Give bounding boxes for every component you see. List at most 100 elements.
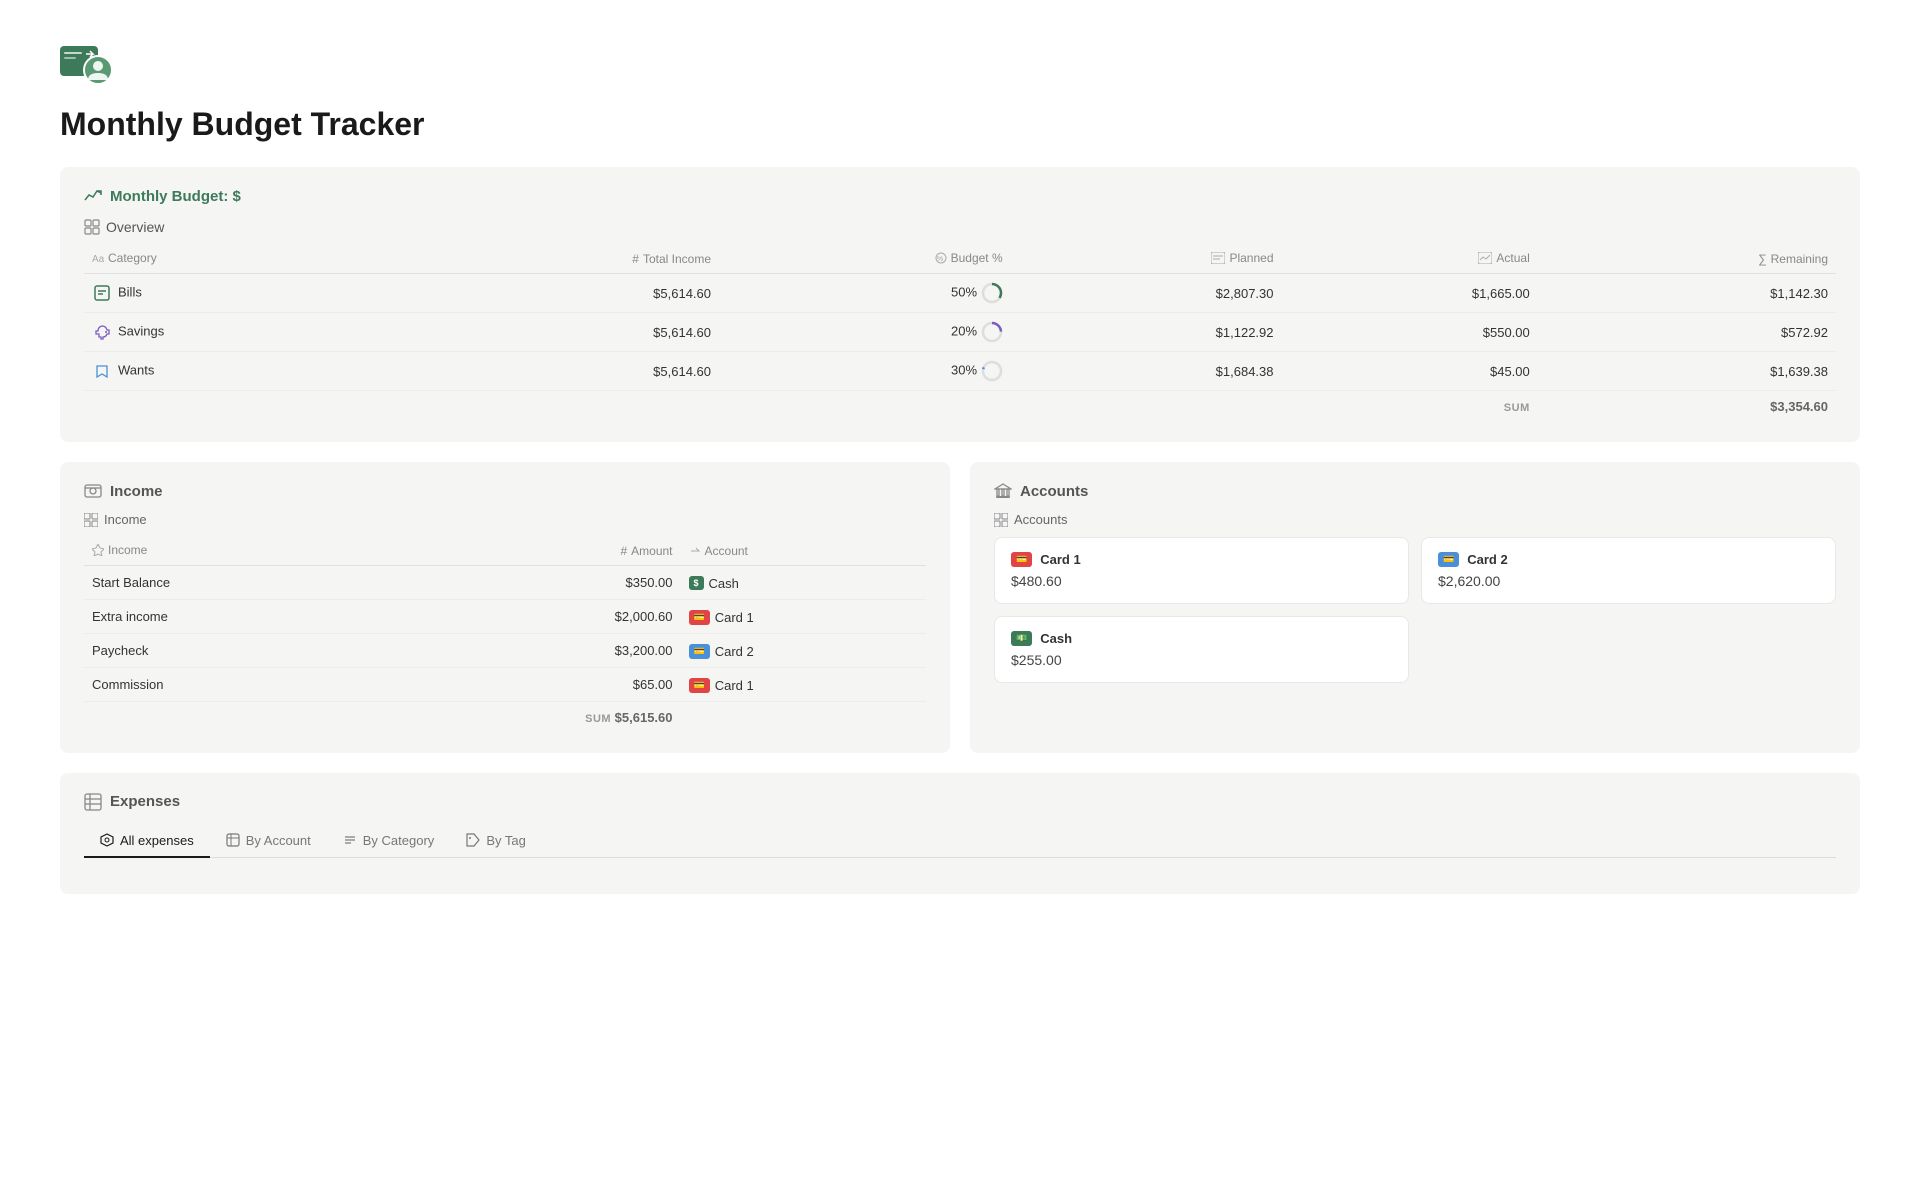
budget-actual: $1,665.00 (1282, 274, 1538, 313)
by-account-icon (226, 833, 240, 847)
income-col-amount: # Amount (368, 537, 680, 566)
expenses-tab[interactable]: All expenses (84, 825, 210, 858)
by-category-icon (343, 833, 357, 847)
expenses-title: Expenses (84, 793, 1836, 811)
account-card: 💳 Card 1 $480.60 (994, 537, 1409, 604)
card2-badge: 💳 (689, 644, 710, 659)
col-remaining: ∑ Remaining (1538, 245, 1836, 274)
expenses-tab[interactable]: By Tag (450, 825, 542, 858)
budget-total-income: $5,614.60 (390, 274, 719, 313)
budget-row: Bills $5,614.60 50% $2,807.30 $1,665.00 … (84, 274, 1836, 313)
budget-sum-value: $3,354.60 (1538, 391, 1836, 423)
budget-total-income: $5,614.60 (390, 313, 719, 352)
card1-badge: 💳 (689, 678, 710, 693)
accounts-panel: Accounts Accounts 💳 Card 1 $480.60 💳 Car… (970, 462, 1860, 753)
card1-badge: 💳 (1011, 552, 1032, 567)
income-table: Income # Amount Account (84, 537, 926, 733)
budget-cat-name: Savings (84, 313, 390, 352)
app-logo (60, 40, 1860, 90)
expenses-tab[interactable]: By Account (210, 825, 327, 858)
expenses-section: Expenses All expenses By Account By Catego… (60, 773, 1860, 894)
budget-pct: 30% (719, 352, 1011, 391)
account-name: Card 2 (1467, 552, 1507, 567)
income-row: Start Balance $350.00 $ Cash (84, 566, 926, 600)
col-category: Aa Category (84, 245, 390, 274)
account-name: Card 1 (1040, 552, 1080, 567)
income-amount: $2,000.60 (368, 599, 680, 633)
expenses-tab[interactable]: By Category (327, 825, 451, 858)
budget-actual: $45.00 (1282, 352, 1538, 391)
col-actual: Actual (1282, 245, 1538, 274)
monthly-budget-section: Monthly Budget: $ Overview Aa Category (60, 167, 1860, 442)
income-account: 💳 Card 2 (681, 633, 926, 667)
cash-badge: $ (689, 576, 704, 590)
col-budget-pct: % Budget % (719, 245, 1011, 274)
account-amount: $2,620.00 (1438, 573, 1819, 589)
income-name: Paycheck (84, 633, 368, 667)
budget-planned: $1,122.92 (1011, 313, 1282, 352)
budget-cat-name: Bills (84, 274, 390, 313)
budget-remaining: $572.92 (1538, 313, 1836, 352)
col-total-income: # Total Income (390, 245, 719, 274)
chart-icon (84, 187, 102, 205)
income-name: Extra income (84, 599, 368, 633)
bank-icon (994, 482, 1012, 500)
budget-sum-row: SUM $3,354.60 (84, 391, 1836, 423)
tab-label: All expenses (120, 833, 194, 848)
accounts-table-label: Accounts (994, 512, 1836, 527)
tab-label: By Tag (486, 833, 526, 848)
income-table-label: Income (84, 512, 926, 527)
account-amount: $255.00 (1011, 652, 1392, 668)
all-expenses-icon (100, 833, 114, 847)
card2-badge: 💳 (1438, 552, 1459, 567)
budget-pct: 20% (719, 313, 1011, 352)
account-name: Cash (1040, 631, 1072, 646)
account-card-title: 💵 Cash (1011, 631, 1392, 646)
accounts-grid-icon (994, 513, 1008, 527)
page-title: Monthly Budget Tracker (60, 106, 1860, 143)
budget-planned: $1,684.38 (1011, 352, 1282, 391)
expenses-icon (84, 793, 102, 811)
account-card-title: 💳 Card 2 (1438, 552, 1819, 567)
tab-label: By Category (363, 833, 435, 848)
income-amount: $65.00 (368, 667, 680, 701)
income-panel: Income Income Income (60, 462, 950, 753)
income-row: Commission $65.00 💳 Card 1 (84, 667, 926, 701)
income-accounts-row: Income Income Income (60, 462, 1860, 753)
budget-total-income: $5,614.60 (390, 352, 719, 391)
income-name: Commission (84, 667, 368, 701)
budget-cat-name: Wants (84, 352, 390, 391)
budget-planned: $2,807.30 (1011, 274, 1282, 313)
income-name: Start Balance (84, 566, 368, 600)
account-card: 💵 Cash $255.00 (994, 616, 1409, 683)
grid-icon (84, 219, 100, 235)
income-col-account: Account (681, 537, 926, 566)
income-col-income: Income (84, 537, 368, 566)
accounts-grid: 💳 Card 1 $480.60 💳 Card 2 $2,620.00 💵 Ca… (994, 537, 1836, 683)
income-icon (84, 482, 102, 500)
account-amount: $480.60 (1011, 573, 1392, 589)
income-row: Paycheck $3,200.00 💳 Card 2 (84, 633, 926, 667)
budget-remaining: $1,142.30 (1538, 274, 1836, 313)
income-sum: SUM $5,615.60 (368, 701, 680, 733)
income-account: $ Cash (681, 566, 926, 600)
income-amount: $3,200.00 (368, 633, 680, 667)
income-amount: $350.00 (368, 566, 680, 600)
income-sum-row: SUM $5,615.60 (84, 701, 926, 733)
budget-remaining: $1,639.38 (1538, 352, 1836, 391)
by-tag-icon (466, 833, 480, 847)
income-account: 💳 Card 1 (681, 599, 926, 633)
svg-text:%: % (937, 256, 943, 263)
svg-text:Aa: Aa (92, 254, 104, 264)
budget-row: Savings $5,614.60 20% $1,122.92 $550.00 … (84, 313, 1836, 352)
account-card-title: 💳 Card 1 (1011, 552, 1392, 567)
income-panel-title: Income (84, 482, 926, 500)
cash-badge: 💵 (1011, 631, 1032, 646)
accounts-panel-title: Accounts (994, 482, 1836, 500)
tab-label: By Account (246, 833, 311, 848)
budget-row: Wants $5,614.60 30% $1,684.38 $45.00 $1,… (84, 352, 1836, 391)
monthly-budget-header: Monthly Budget: $ (84, 187, 1836, 205)
budget-pct: 50% (719, 274, 1011, 313)
table-icon (84, 513, 98, 527)
expenses-tab-bar: All expenses By Account By Category By Tag (84, 825, 1836, 858)
